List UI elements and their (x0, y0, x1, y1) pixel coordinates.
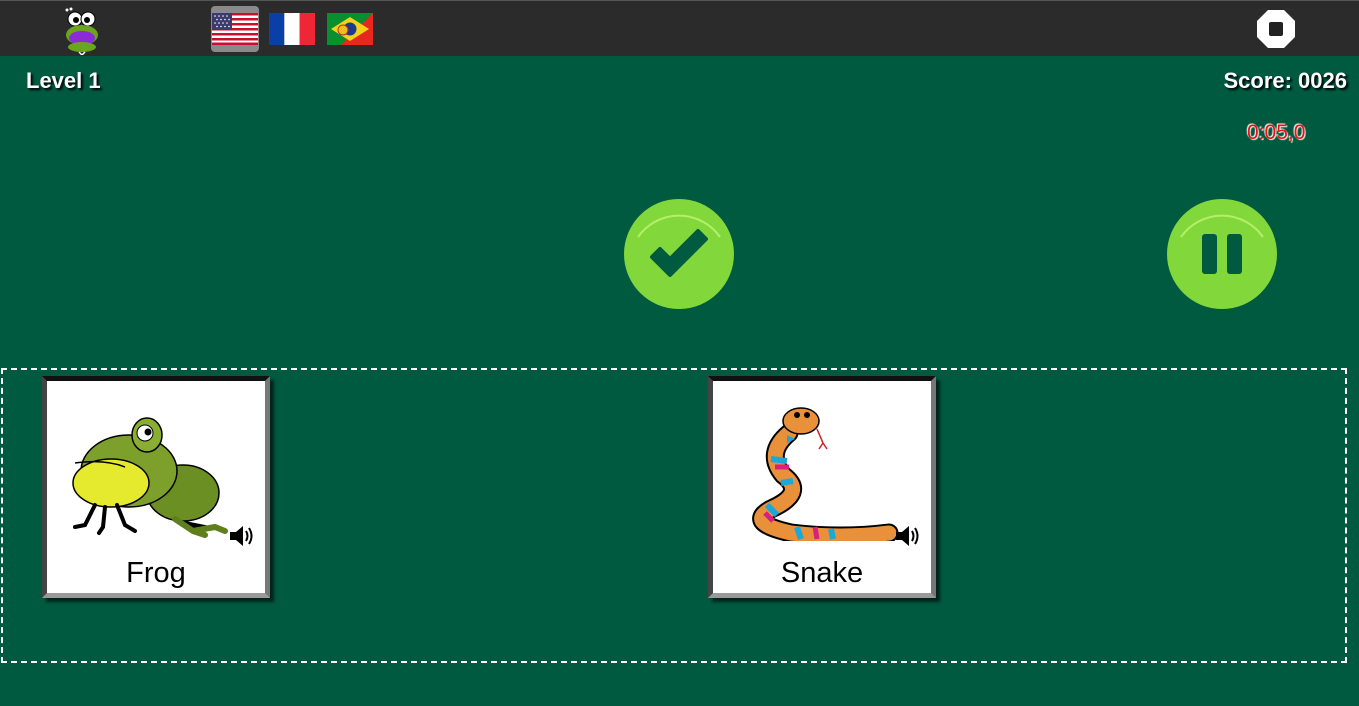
frog-picture (72, 417, 228, 538)
word-card-frog[interactable]: Frog (42, 376, 270, 598)
card-word: Snake (780, 557, 864, 589)
check-button[interactable] (622, 197, 736, 311)
snake-picture (752, 407, 899, 541)
france-flag-icon[interactable] (269, 13, 315, 45)
level-label: Level 1 (26, 68, 101, 93)
timer: 0:05,0 (1247, 121, 1306, 144)
speaker-icon[interactable] (893, 521, 923, 551)
top-bar (0, 0, 1359, 56)
portugal-brazil-flag-icon[interactable] (327, 13, 373, 45)
stop-icon[interactable] (1256, 9, 1296, 49)
speaker-icon[interactable] (227, 521, 257, 551)
pause-button[interactable] (1165, 197, 1279, 311)
word-card-snake[interactable]: Snake (708, 376, 936, 598)
score-label: Score: 0026 (1223, 68, 1347, 93)
card-word: Frog (126, 557, 186, 589)
frog-mascot-logo[interactable] (58, 7, 106, 55)
us-flag-icon[interactable] (212, 13, 258, 45)
